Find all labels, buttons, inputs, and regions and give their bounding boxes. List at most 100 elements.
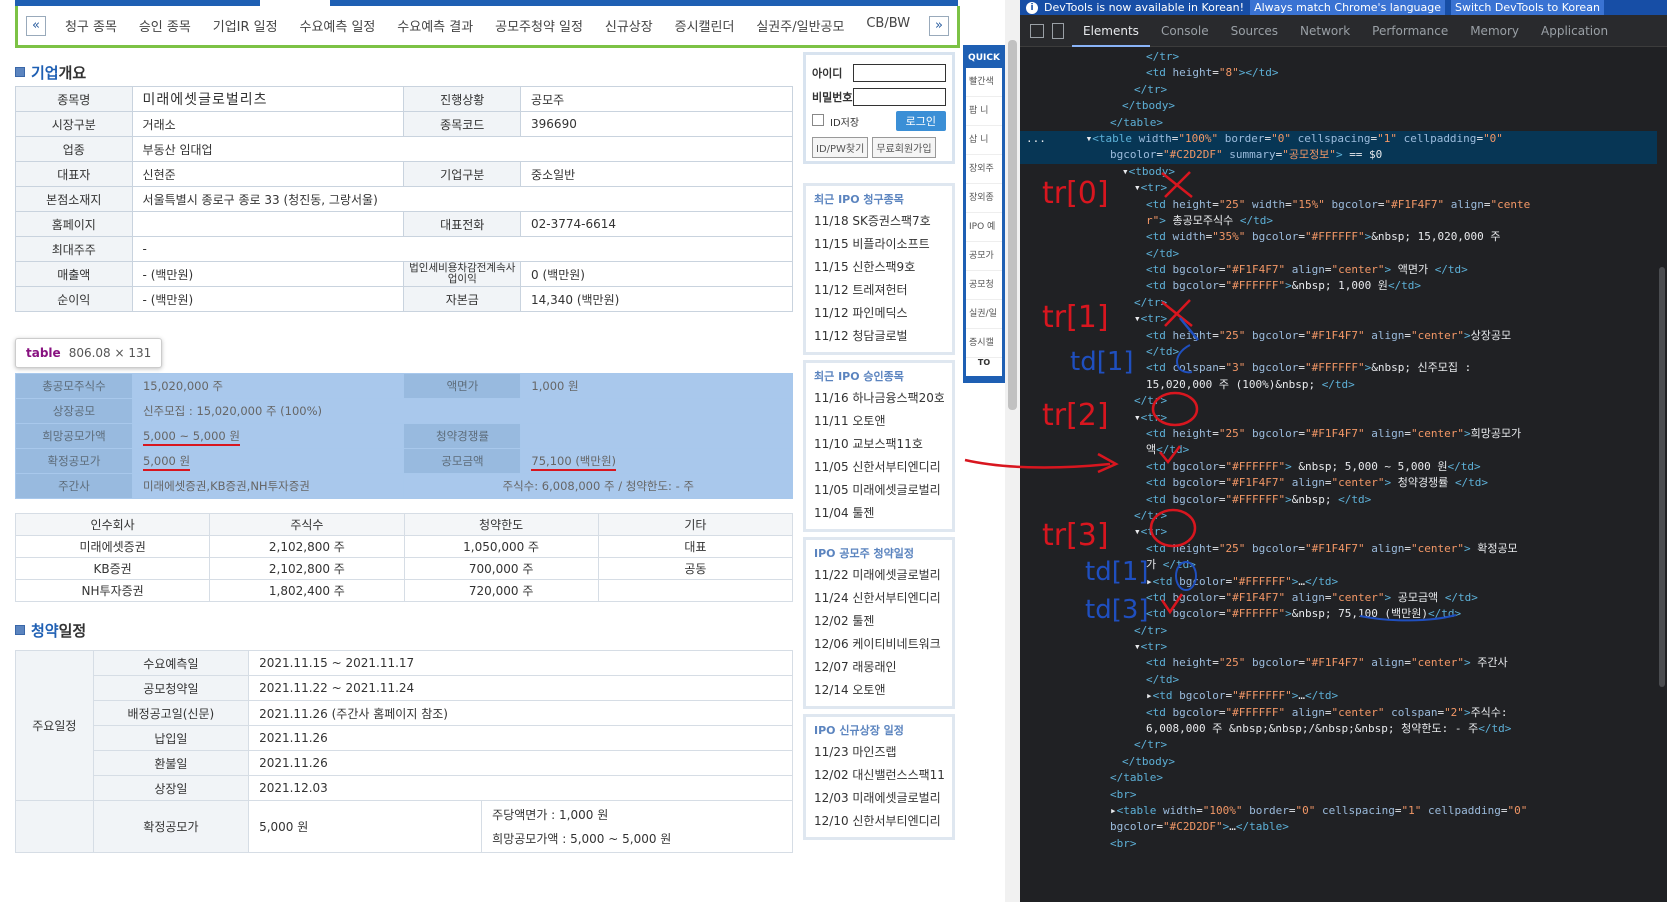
dom-tree-line[interactable]: ... ▾<table width="100%" border="0" cell…: [1020, 130, 1667, 148]
dom-tree-line[interactable]: <td bgcolor="#FFFFFF" align="center" col…: [1020, 705, 1667, 721]
quick-top-button[interactable]: TO: [966, 358, 1002, 367]
nav-prev-button[interactable]: «: [26, 15, 46, 36]
devtools-scrollbar[interactable]: [1657, 47, 1667, 902]
side-list-item[interactable]: 11/10 교보스팩11호: [814, 433, 944, 456]
nav-item[interactable]: 수요예측 일정: [299, 16, 375, 35]
dom-tree-line[interactable]: </tr>: [1020, 508, 1667, 524]
quick-menu-item[interactable]: 삽 니: [966, 126, 1002, 155]
side-list-item[interactable]: 11/16 하나금융스팩20호: [814, 387, 944, 410]
dom-tree-line[interactable]: <td colspan="3" bgcolor="#FFFFFF">&nbsp;…: [1020, 360, 1667, 376]
side-list-item[interactable]: 12/06 케이티비네트워크: [814, 633, 944, 656]
dom-tree-line[interactable]: </td>: [1020, 246, 1667, 262]
side-list-item[interactable]: 11/12 파인메딕스: [814, 302, 944, 325]
quick-menu-item[interactable]: 빨간색: [966, 68, 1002, 97]
side-list-item[interactable]: 11/12 트레져헌터: [814, 279, 944, 302]
dom-tree-line[interactable]: </tr>: [1020, 82, 1667, 98]
dom-tree-line[interactable]: </tr>: [1020, 49, 1667, 65]
dom-tree-line[interactable]: ▾<tr>: [1020, 639, 1667, 655]
tab-memory[interactable]: Memory: [1459, 15, 1530, 47]
dom-tree-line[interactable]: ▾<tbody>: [1020, 164, 1667, 180]
dom-tree-line[interactable]: </tbody>: [1020, 98, 1667, 114]
quick-menu-item[interactable]: 공모청: [966, 271, 1002, 300]
dom-tree-line[interactable]: 가 </td>: [1020, 557, 1667, 573]
dom-tree-line[interactable]: r"> 총공모주식수 </td>: [1020, 213, 1667, 229]
always-match-language-button[interactable]: Always match Chrome's language: [1250, 0, 1446, 15]
nav-item[interactable]: 공모주청약 일정: [495, 16, 583, 35]
quick-menu-item[interactable]: 증시캘: [966, 329, 1002, 358]
password-input[interactable]: [852, 88, 946, 106]
dom-tree-line[interactable]: bgcolor="#C2D2DF">…</table>: [1020, 819, 1667, 835]
side-list-item[interactable]: 11/23 마인즈랩: [814, 741, 944, 764]
side-list-item[interactable]: 11/22 미래에셋글로벌리: [814, 564, 944, 587]
dom-tree-line[interactable]: bgcolor="#C2D2DF" summary="공모정보"> == $0: [1020, 147, 1667, 164]
nav-item[interactable]: CB/BW: [866, 16, 910, 35]
dom-tree-line[interactable]: </td>: [1020, 672, 1667, 688]
dom-tree-line[interactable]: </tr>: [1020, 295, 1667, 311]
dom-tree-line[interactable]: <td bgcolor="#FFFFFF">&nbsp; 1,000 원</td…: [1020, 278, 1667, 294]
dom-tree-line[interactable]: 15,020,000 주 (100%)&nbsp; </td>: [1020, 377, 1667, 393]
nav-item[interactable]: 승인 종목: [139, 16, 191, 35]
nav-item[interactable]: 청구 종목: [65, 16, 117, 35]
dom-tree-line[interactable]: </tr>: [1020, 623, 1667, 639]
nav-item[interactable]: 기업IR 일정: [213, 16, 278, 35]
side-list-item[interactable]: 11/12 청담글로벌: [814, 325, 944, 348]
dom-tree-line[interactable]: </tr>: [1020, 737, 1667, 753]
side-list-item[interactable]: 11/11 오토앤: [814, 410, 944, 433]
quick-menu-item[interactable]: 장외주: [966, 155, 1002, 184]
dom-tree-line[interactable]: <br>: [1020, 787, 1667, 803]
tab-console[interactable]: Console: [1150, 15, 1220, 47]
side-list-item[interactable]: 11/05 미래에셋글로벌리: [814, 479, 944, 502]
dom-tree-line[interactable]: </td>: [1020, 344, 1667, 360]
tab-network[interactable]: Network: [1289, 15, 1361, 47]
find-id-pw-button[interactable]: ID/PW찾기: [812, 137, 869, 158]
tab-performance[interactable]: Performance: [1361, 15, 1459, 47]
quick-menu-item[interactable]: IPO 예: [966, 213, 1002, 242]
side-list-item[interactable]: 12/07 래몽래인: [814, 656, 944, 679]
dom-tree-line[interactable]: ▾<tr>: [1020, 410, 1667, 426]
tab-application[interactable]: Application: [1530, 15, 1619, 47]
dom-tree-line[interactable]: ▸<table width="100%" border="0" cellspac…: [1020, 803, 1667, 819]
dom-tree-line[interactable]: <td height="25" bgcolor="#F1F4F7" align=…: [1020, 655, 1667, 671]
nav-next-button[interactable]: »: [929, 15, 949, 36]
dom-tree-line[interactable]: <td width="35%" bgcolor="#FFFFFF">&nbsp;…: [1020, 229, 1667, 245]
dom-tree-line[interactable]: ▸<td bgcolor="#FFFFFF">…</td>: [1020, 574, 1667, 590]
scrollbar-thumb[interactable]: [1008, 40, 1017, 410]
quick-menu-item[interactable]: 팝 니: [966, 97, 1002, 126]
nav-item[interactable]: 증시캘린더: [675, 16, 735, 35]
dom-tree-line[interactable]: ▸<td bgcolor="#FFFFFF">…</td>: [1020, 688, 1667, 704]
side-list-item[interactable]: 12/03 미래에셋글로벌리: [814, 787, 944, 810]
side-list-item[interactable]: 11/18 SK증권스팩7호: [814, 210, 944, 233]
switch-to-korean-button[interactable]: Switch DevTools to Korean: [1451, 0, 1604, 15]
side-list-item[interactable]: 12/02 툴젠: [814, 610, 944, 633]
nav-item[interactable]: 신규상장: [605, 16, 653, 35]
side-list-item[interactable]: 11/05 신한서부티엔디리: [814, 456, 944, 479]
dom-tree-line[interactable]: 6,008,000 주 &nbsp;&nbsp;/&nbsp;&nbsp; 청약…: [1020, 721, 1667, 737]
dom-tree-line[interactable]: <td height="25" width="15%" bgcolor="#F1…: [1020, 197, 1667, 213]
dom-tree-line[interactable]: </table>: [1020, 770, 1667, 786]
quick-menu-item[interactable]: 장외종: [966, 184, 1002, 213]
nav-item[interactable]: 수요예측 결과: [397, 16, 473, 35]
dom-tree-line[interactable]: <td bgcolor="#F1F4F7" align="center"> 액면…: [1020, 262, 1667, 278]
dom-tree-line[interactable]: </tbody>: [1020, 754, 1667, 770]
tab-sources[interactable]: Sources: [1220, 15, 1289, 47]
dom-tree-line[interactable]: <td height="25" bgcolor="#F1F4F7" align=…: [1020, 541, 1667, 557]
dom-tree-line[interactable]: <td height="8"></td>: [1020, 65, 1667, 81]
side-list-item[interactable]: 12/10 신한서부티엔디리: [814, 810, 944, 833]
dom-tree-line[interactable]: ▾<tr>: [1020, 311, 1667, 327]
side-list-item[interactable]: 11/15 신한스팩9호: [814, 256, 944, 279]
dom-tree-line[interactable]: </tr>: [1020, 393, 1667, 409]
dom-tree-line[interactable]: </table>: [1020, 115, 1667, 131]
join-button[interactable]: 무료회원가입: [872, 137, 936, 158]
quick-menu-item[interactable]: 실권/일: [966, 300, 1002, 329]
nav-item[interactable]: 실권주/일반공모: [756, 16, 844, 35]
id-input[interactable]: [852, 64, 946, 82]
side-list-item[interactable]: 12/02 대신밸런스스팩11: [814, 764, 944, 787]
dom-tree-line[interactable]: <td bgcolor="#F1F4F7" align="center"> 공모…: [1020, 590, 1667, 606]
dom-tree-line[interactable]: ▾<tr>: [1020, 524, 1667, 540]
side-list-item[interactable]: 12/14 오토앤: [814, 679, 944, 702]
dom-tree-line[interactable]: <td height="25" bgcolor="#F1F4F7" align=…: [1020, 328, 1667, 344]
quick-menu-item[interactable]: 공모가: [966, 242, 1002, 271]
device-toggle-icon[interactable]: [1052, 22, 1064, 39]
scrollbar-thumb[interactable]: [1659, 267, 1665, 687]
login-button[interactable]: 로그인: [895, 111, 946, 131]
